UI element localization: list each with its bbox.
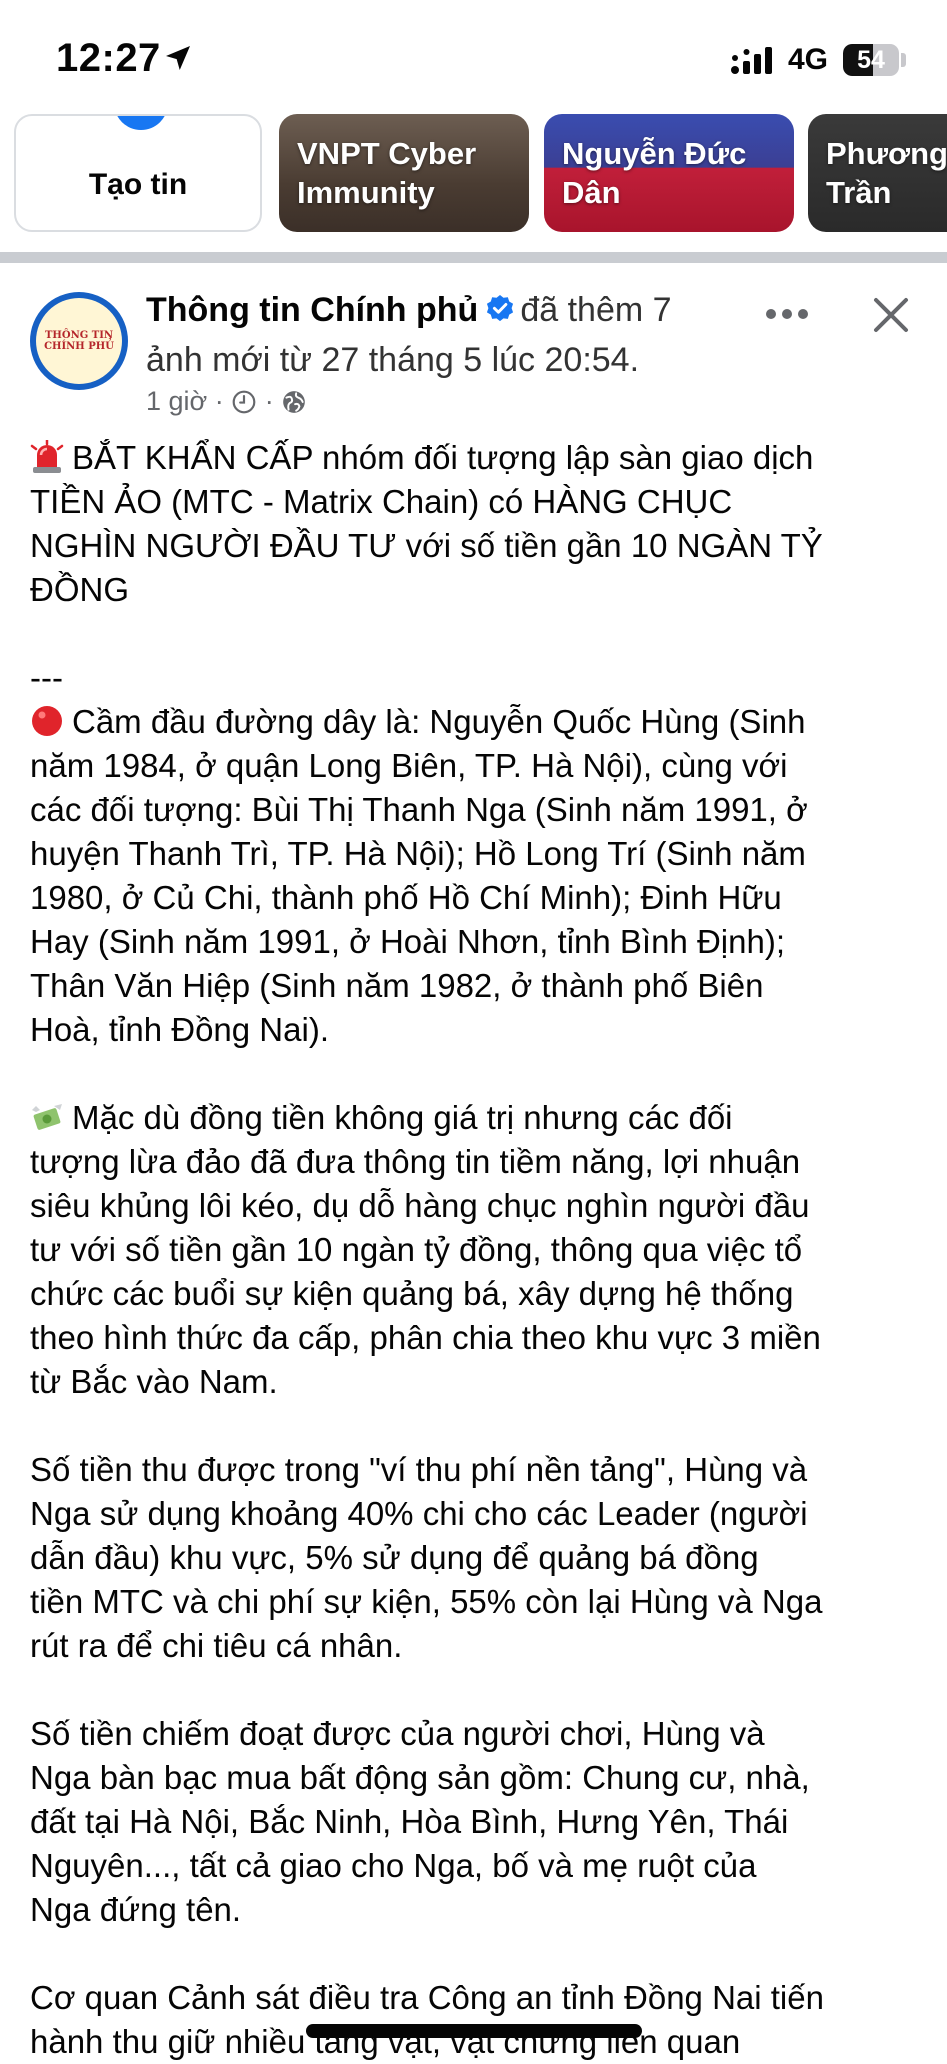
post-separator: ---	[30, 659, 63, 696]
globe-icon	[283, 391, 306, 413]
post-paragraph: BẮT KHẨN CẤP nhóm đối tượng lập sàn giao…	[30, 436, 930, 612]
story-vnpt[interactable]: VNPT Cyber Immunity	[279, 114, 529, 232]
more-options-icon[interactable]	[764, 306, 810, 322]
post-line: Cơ quan Cảnh sát điều tra Công an tỉnh Đ…	[30, 1979, 824, 2016]
close-icon[interactable]	[872, 296, 910, 334]
post-line: tư với số tiền gần 10 ngàn tỷ đồng, thôn…	[30, 1231, 803, 1268]
stories-tray: Tạo tin VNPT Cyber Immunity Nguyễn Đức D…	[0, 112, 947, 252]
story-create[interactable]: Tạo tin	[14, 114, 262, 232]
story-label: Nguyễn Đức Dân	[562, 136, 747, 210]
home-indicator[interactable]	[306, 2024, 642, 2038]
post-paragraph: Mặc dù đồng tiền không giá trị nhưng các…	[30, 1096, 930, 1404]
meta-dot: ·	[214, 386, 224, 416]
page-avatar-logo: THÔNG TIN CHÍNH PHỦ	[36, 298, 122, 384]
battery-tip	[901, 53, 906, 67]
rotating-light-icon	[30, 440, 64, 473]
post-line: Thân Văn Hiệp (Sinh năm 1982, ở thành ph…	[30, 967, 764, 1004]
post-paragraph: --- Cầm đầu đường dây là: Nguyễn Quốc Hù…	[30, 656, 930, 1052]
post-line: Cầm đầu đường dây là: Nguyễn Quốc Hùng (…	[72, 703, 806, 740]
page-avatar[interactable]: THÔNG TIN CHÍNH PHỦ	[30, 292, 128, 390]
post-text: BẮT KHẨN CẤP nhóm đối tượng lập sàn giao…	[30, 436, 930, 2064]
post-action-text-cont: ảnh mới từ 27 tháng 5 lúc 20:54.	[146, 341, 640, 379]
post-line: theo hình thức đa cấp, phân chia theo kh…	[30, 1319, 821, 1356]
post-meta: 1 giờ · ·	[146, 386, 307, 417]
post-line: chức các buổi sự kiện quảng bá, xây dựng…	[30, 1275, 794, 1312]
post-time[interactable]: 1 giờ	[146, 386, 207, 416]
post-paragraph: Số tiền chiếm đoạt được của người chơi, …	[30, 1712, 930, 1932]
post-paragraph: Cơ quan Cảnh sát điều tra Công an tỉnh Đ…	[30, 1976, 930, 2064]
story-label: VNPT Cyber Immunity	[297, 136, 477, 210]
post-line: dẫn đầu) khu vực, 5% sử dụng để quảng bá…	[30, 1539, 759, 1576]
post-line: siêu khủng lôi kéo, dụ dỗ hàng chục nghì…	[30, 1187, 810, 1224]
post-line: Hoà, tỉnh Đồng Nai).	[30, 1011, 329, 1048]
avatar-text: THÔNG TIN	[44, 330, 114, 341]
page-name-link[interactable]: Thông tin Chính phủ	[146, 291, 478, 329]
network-type: 4G	[788, 43, 829, 76]
clock: 12:27	[56, 36, 161, 80]
post-line: tượng lừa đảo đã đưa thông tin tiềm năng…	[30, 1143, 801, 1180]
post-line: đất tại Hà Nội, Bắc Ninh, Hòa Bình, Hưng…	[30, 1803, 789, 1840]
post-line: Hay (Sinh năm 1991, ở Hoài Nhơn, tỉnh Bì…	[30, 923, 785, 960]
post-line: TIỀN ẢO (MTC - Matrix Chain) có HÀNG CHỤ…	[30, 483, 733, 520]
post-line: tiền MTC và chi phí sự kiện, 55% còn lại…	[30, 1583, 823, 1620]
post-line: BẮT KHẨN CẤP nhóm đối tượng lập sàn giao…	[72, 439, 814, 476]
post-line: rút ra để chi tiêu cá nhân.	[30, 1627, 403, 1664]
post-line: năm 1984, ở quận Long Biên, TP. Hà Nội),…	[30, 747, 788, 784]
post-action-text: đã thêm 7	[520, 291, 672, 329]
money-wings-icon	[32, 1104, 62, 1130]
signal-bars-icon	[731, 47, 772, 74]
clock-icon	[232, 390, 256, 414]
battery-level: 54	[857, 46, 885, 74]
location-arrow-icon	[166, 46, 190, 70]
post-header: Thông tin Chính phủ đã thêm 7	[146, 288, 672, 332]
battery-icon: 54	[843, 44, 899, 76]
post-line: Nga bàn bạc mua bất động sản gồm: Chung …	[30, 1759, 810, 1796]
verified-badge-icon	[487, 295, 514, 322]
create-story-avatar	[114, 116, 168, 130]
story-nguyen-duc-dan[interactable]: Nguyễn Đức Dân	[544, 114, 794, 232]
post-line: từ Bắc vào Nam.	[30, 1363, 278, 1400]
post-line: NGHÌN NGƯỜI ĐẦU TƯ với số tiền gần 10 NG…	[30, 527, 823, 564]
avatar-text: CHÍNH PHỦ	[44, 341, 114, 352]
status-bar: 12:27 4G 54	[0, 0, 947, 112]
post-line: Mặc dù đồng tiền không giá trị nhưng các…	[72, 1099, 733, 1136]
post-line: Số tiền chiếm đoạt được của người chơi, …	[30, 1715, 765, 1752]
post-line: Nga đứng tên.	[30, 1891, 242, 1928]
story-label: Phương Trần	[826, 136, 947, 210]
post-line: Nguyên..., tất cả giao cho Nga, bố và mẹ…	[30, 1847, 757, 1884]
story-phuong-tran[interactable]: Phương Trần	[808, 114, 947, 232]
story-label: Tạo tin	[88, 168, 188, 201]
post-line: huyện Thanh Trì, TP. Hà Nội); Hồ Long Tr…	[30, 835, 806, 872]
post-line: ĐỒNG	[30, 571, 129, 608]
post-line: Nga sử dụng khoảng 40% chi cho các Leade…	[30, 1495, 808, 1532]
post-paragraph: Số tiền thu được trong "ví thu phí nền t…	[30, 1448, 930, 1668]
feed-divider	[0, 252, 947, 263]
red-circle-icon	[32, 706, 62, 736]
post-line: 1980, ở Củ Chi, thành phố Hồ Chí Minh); …	[30, 879, 782, 916]
post-line: Số tiền thu được trong "ví thu phí nền t…	[30, 1451, 808, 1488]
post-line: các đối tượng: Bùi Thị Thanh Nga (Sinh n…	[30, 791, 808, 828]
meta-dot: ·	[264, 386, 274, 416]
